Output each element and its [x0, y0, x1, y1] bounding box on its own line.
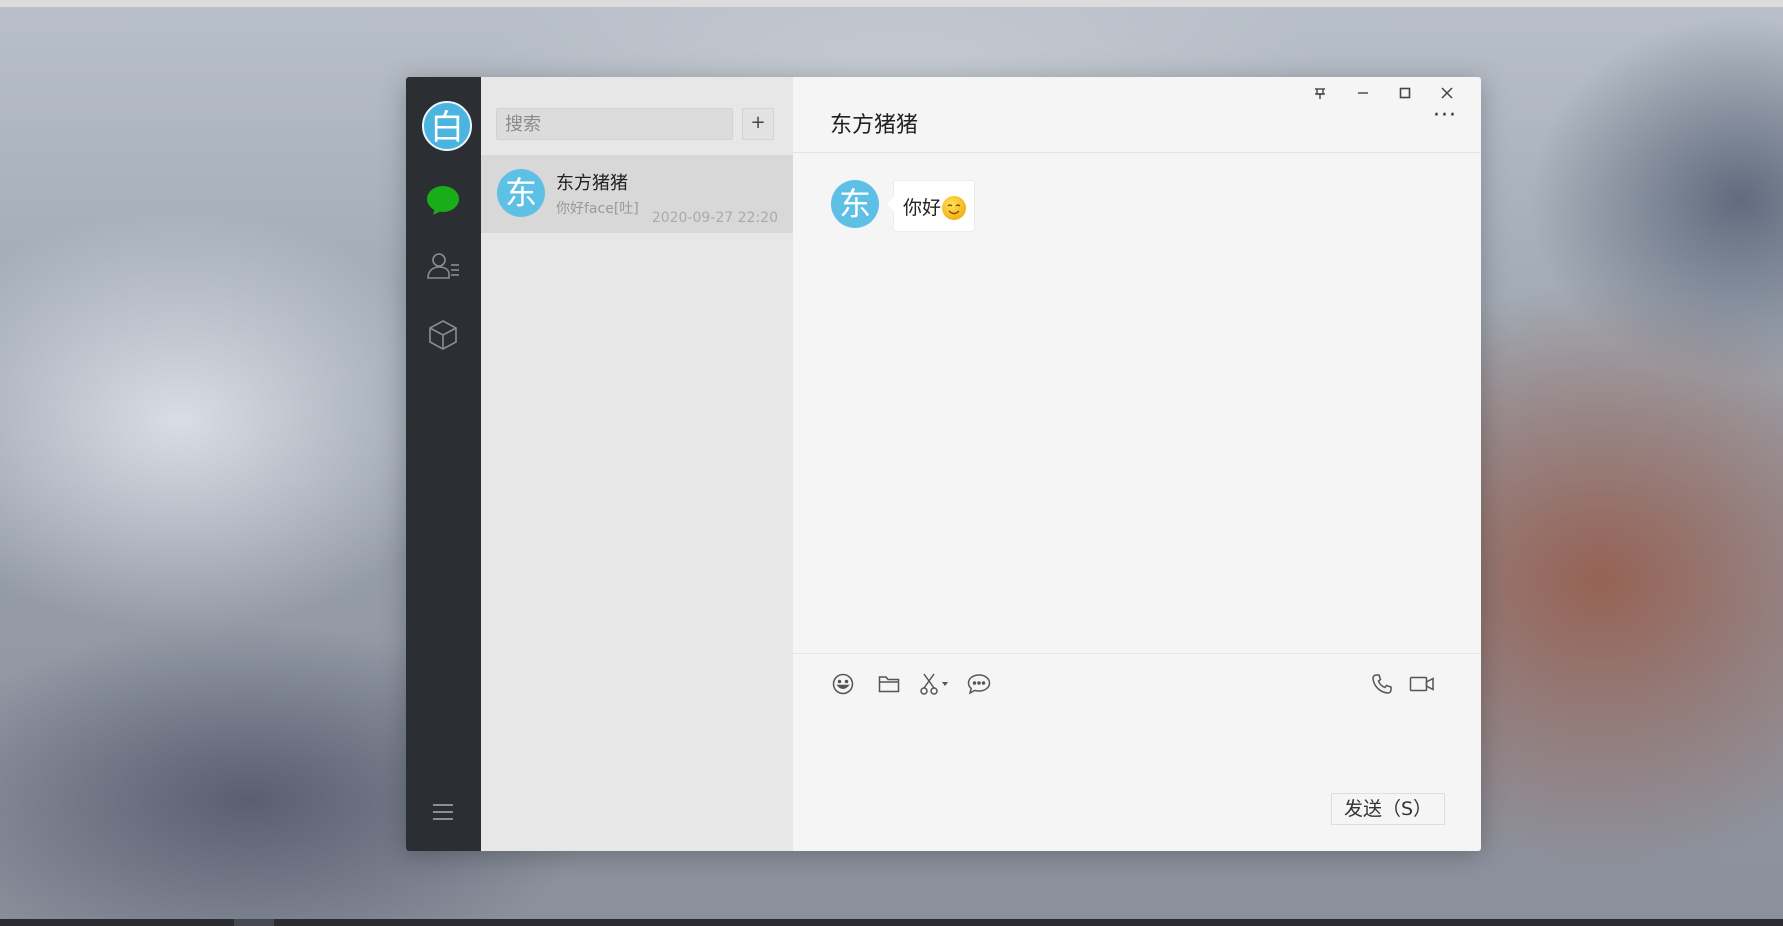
message-list: 东 你好 — [793, 153, 1481, 653]
taskbar-segment — [234, 919, 274, 926]
pin-icon[interactable] — [1304, 81, 1336, 105]
session-avatar: 东 — [497, 169, 545, 217]
nav-sidebar: 白 — [406, 77, 481, 851]
search-input[interactable] — [497, 109, 732, 139]
chat-title: 东方猪猪 — [830, 113, 919, 138]
cube-icon[interactable] — [424, 316, 462, 354]
send-button[interactable]: 发送（S） — [1331, 793, 1445, 825]
session-name: 东方猪猪 — [556, 173, 628, 194]
maximize-icon[interactable] — [1389, 81, 1421, 105]
session-list: + 东 东方猪猪 你好face[吐] 2020-09-27 22:20 — [481, 77, 793, 851]
scissors-icon[interactable] — [917, 670, 953, 698]
session-preview: 你好face[吐] — [556, 201, 639, 217]
phone-icon[interactable] — [1368, 670, 1396, 698]
chat-history-icon[interactable] — [965, 670, 993, 698]
video-icon[interactable] — [1407, 670, 1437, 698]
add-contact-button[interactable]: + — [742, 108, 774, 140]
minimize-icon[interactable] — [1347, 81, 1379, 105]
more-button[interactable]: ··· — [1433, 105, 1457, 127]
wechat-window: 白 搜索 + 东 东方猪猪 你好face[吐] 2020-09-27 22:20… — [406, 77, 1481, 851]
folder-icon[interactable] — [875, 670, 903, 698]
my-avatar[interactable]: 白 — [422, 101, 472, 151]
close-icon[interactable] — [1431, 81, 1463, 105]
top-strip — [0, 0, 1783, 7]
session-time: 2020-09-27 22:20 — [651, 210, 778, 226]
message-text: 你好 — [903, 196, 942, 219]
hamburger-icon[interactable] — [424, 793, 462, 831]
search-box — [496, 108, 733, 140]
chat-panel: 东方猪猪 ··· 东 你好 发送（S） — [793, 77, 1481, 851]
session-item[interactable]: 东 东方猪猪 你好face[吐] 2020-09-27 22:20 — [481, 155, 793, 233]
message-bubble[interactable]: 你好 — [886, 180, 976, 232]
message-item: 东 你好 — [831, 180, 976, 232]
taskbar-strip — [0, 919, 1783, 926]
contacts-icon[interactable] — [424, 247, 462, 285]
message-avatar[interactable]: 东 — [831, 180, 879, 228]
input-toolbar — [793, 653, 1481, 705]
smile-face-icon — [942, 196, 967, 220]
chat-bubble-icon[interactable] — [424, 181, 462, 219]
emoji-icon[interactable] — [829, 670, 857, 698]
